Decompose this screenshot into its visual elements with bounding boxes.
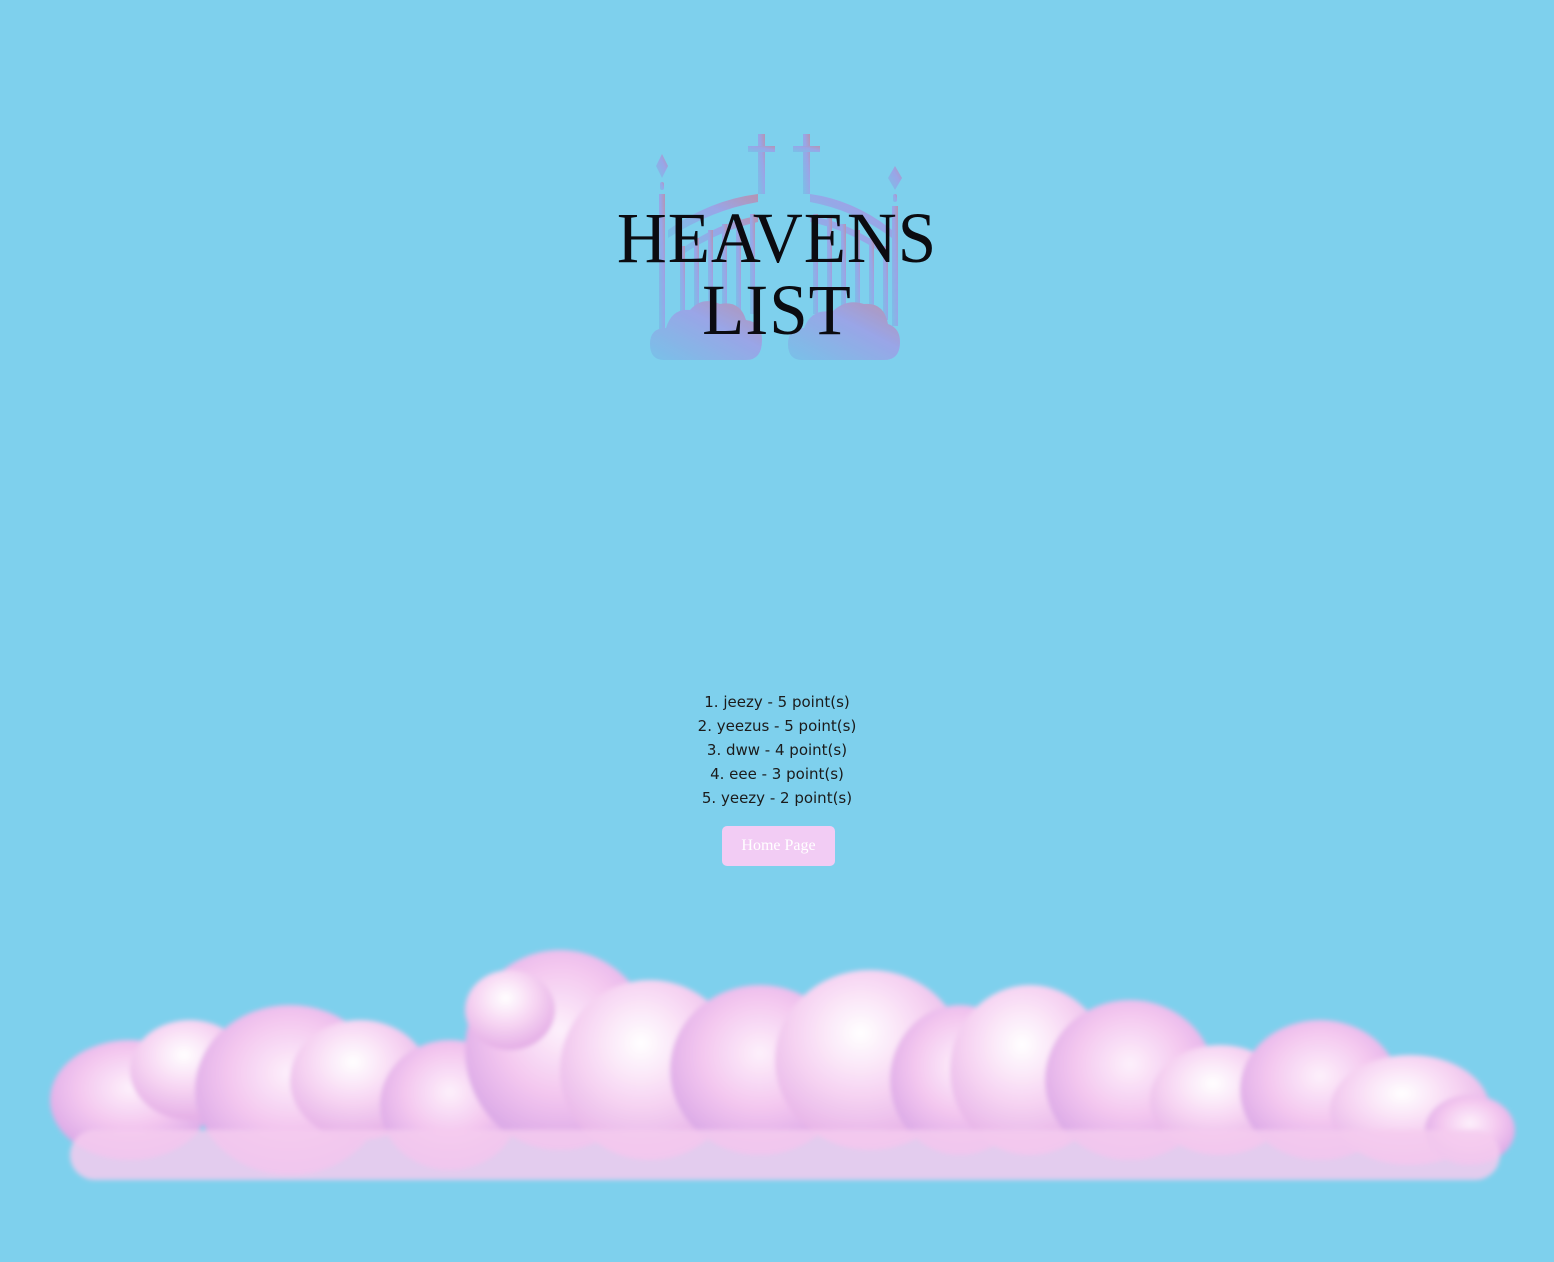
leaderboard-entry: 4. eee - 3 point(s) — [710, 765, 844, 783]
leaderboard-list: 1. jeezy - 5 point(s) 2. yeezus - 5 poin… — [0, 690, 1554, 810]
page-title: HEAVENS LIST — [616, 198, 938, 350]
home-page-button[interactable]: Home Page — [722, 826, 835, 866]
leaderboard-entry: 1. jeezy - 5 point(s) — [704, 693, 850, 711]
leaderboard-entry: 3. dww - 4 point(s) — [706, 741, 848, 759]
leaderboard-entry: 2. yeezus - 5 point(s) — [697, 717, 857, 735]
pink-clouds-decoration — [50, 950, 1515, 1180]
leaderboard-entry: 5. yeezy - 2 point(s) — [701, 789, 853, 807]
site-logo: HEAVENS LIST — [540, 130, 1014, 370]
leaderboard: 1. jeezy - 5 point(s) 2. yeezus - 5 poin… — [0, 690, 1554, 810]
